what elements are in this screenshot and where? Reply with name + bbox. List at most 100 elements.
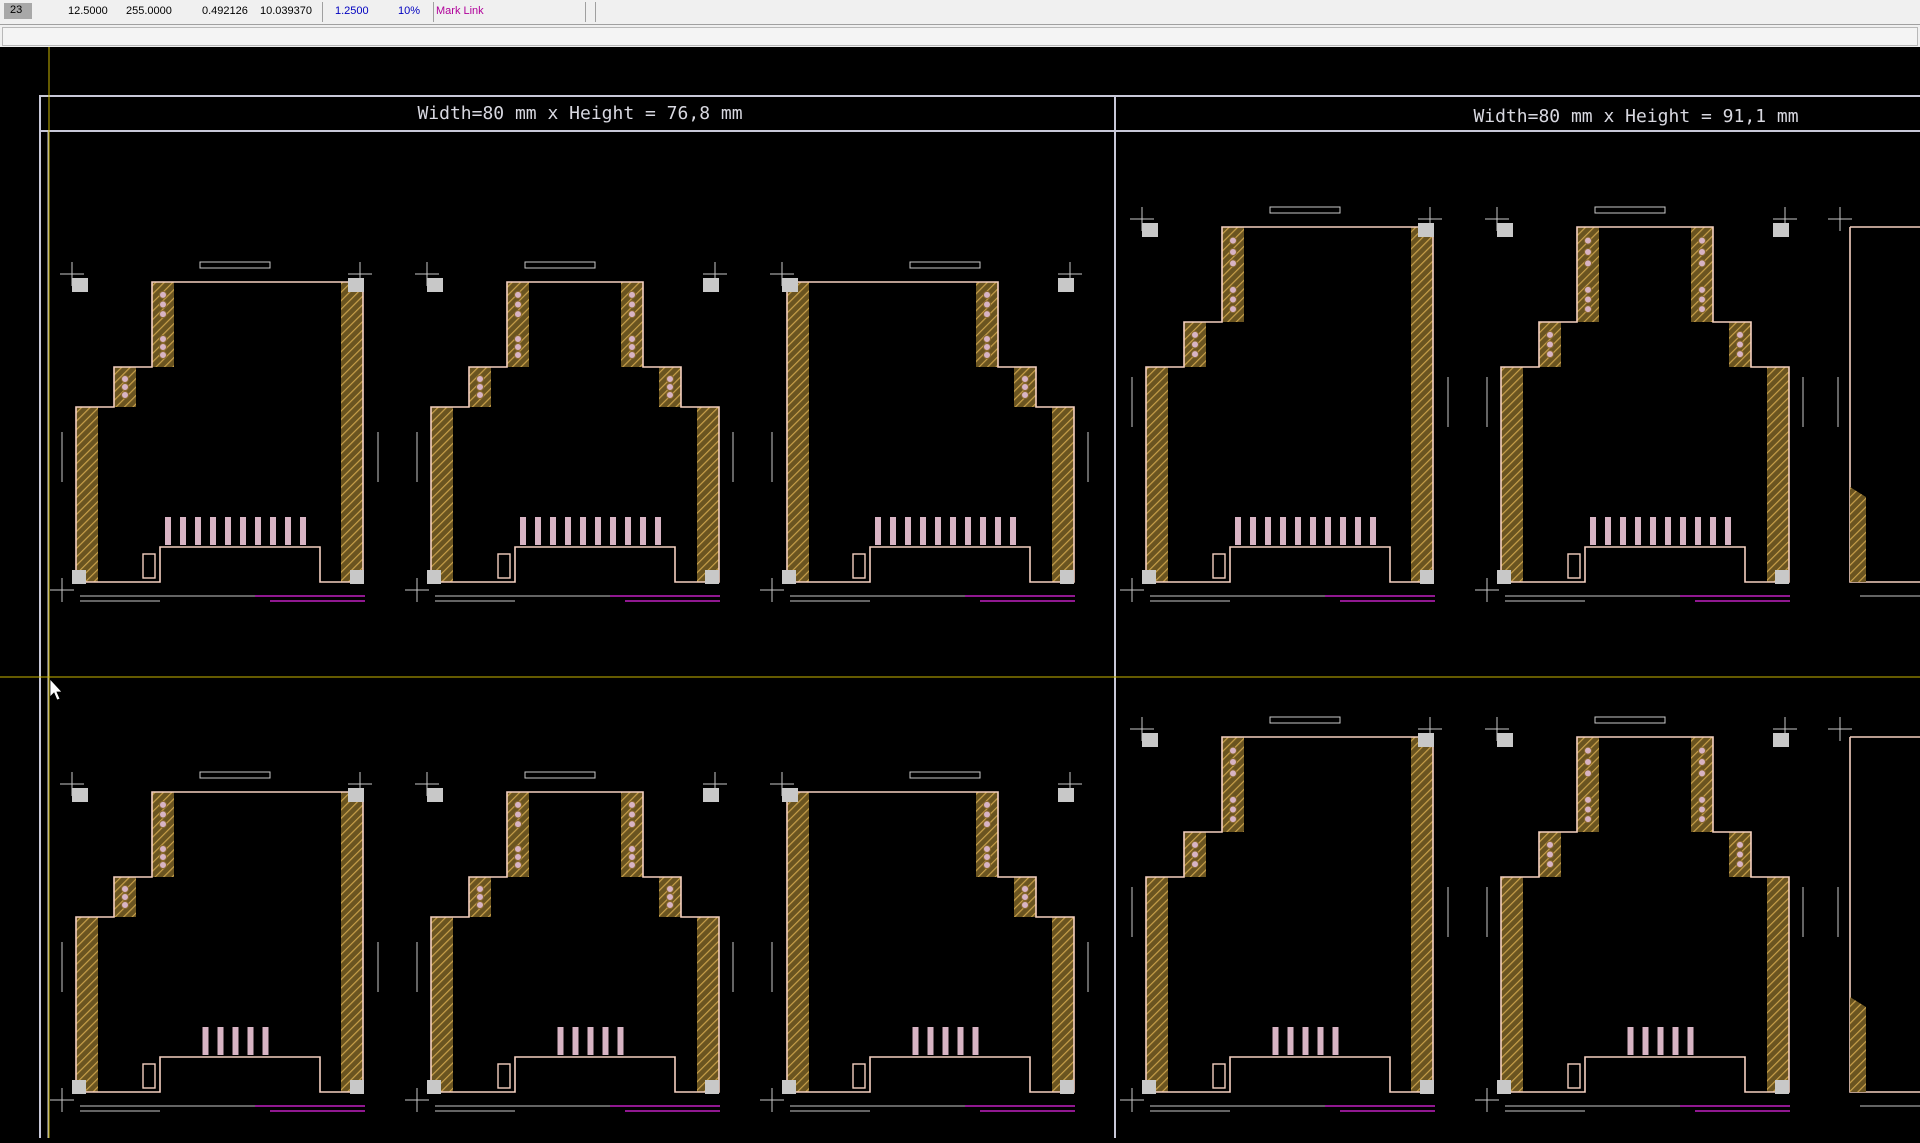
pad [628, 310, 636, 319]
boards-layer [50, 206, 1920, 1112]
mount-pad [852, 553, 866, 579]
corner-pad [72, 788, 88, 802]
connector-pin [1310, 517, 1316, 545]
connector-pin [1325, 517, 1331, 545]
pad [983, 820, 991, 829]
corner-pad [782, 570, 796, 584]
pad [666, 375, 674, 383]
corner-pad [427, 788, 443, 802]
connector-pin [247, 1027, 254, 1055]
pcb-canvas[interactable]: Width=80 mm x Height = 76,8 mm Width=80 … [0, 47, 1920, 1143]
connector-pin [942, 1027, 949, 1055]
pad [159, 845, 167, 853]
silkscreen-marker [524, 261, 596, 269]
connector-pin [285, 517, 291, 545]
mount-pad [1567, 1063, 1581, 1089]
connector-pin [1265, 517, 1271, 545]
connector-pin [1280, 517, 1286, 545]
mount-pad [852, 1063, 866, 1089]
pcb-board-partial [1828, 207, 1920, 597]
pad [514, 853, 522, 861]
corner-pad [703, 278, 719, 292]
pad [1736, 850, 1744, 859]
corner-pad [350, 1080, 364, 1094]
connector-pin [602, 1027, 609, 1055]
panel-frames [39, 95, 1920, 1143]
connector-pin [965, 517, 971, 545]
pad [1021, 383, 1029, 391]
corner-pad [1058, 788, 1074, 802]
pad [1229, 815, 1237, 824]
message-bar [0, 25, 1920, 48]
pad [628, 351, 636, 359]
board-outline [786, 281, 1075, 583]
mount-pad [497, 1063, 511, 1089]
separator [322, 2, 323, 22]
pad [983, 800, 991, 809]
pad [1698, 769, 1706, 778]
separator [585, 2, 586, 22]
grid-value[interactable]: 1.2500 [335, 4, 369, 18]
pad [1584, 769, 1592, 778]
connector-pin [920, 517, 926, 545]
connector-pin [875, 517, 881, 545]
pad [983, 853, 991, 861]
zoom-value[interactable]: 10% [398, 4, 420, 18]
copper-hatch-strip [1417, 487, 1433, 582]
connector-pin [1642, 1027, 1649, 1055]
pad [983, 310, 991, 319]
pad [514, 343, 522, 351]
pad [1191, 840, 1199, 849]
pad [1736, 860, 1744, 869]
pad [666, 885, 674, 893]
pcb-board [405, 261, 734, 602]
layer-index[interactable]: 23 [4, 3, 32, 19]
pad [1546, 330, 1554, 339]
silkscreen-marker [1594, 206, 1666, 214]
connector-pin [1657, 1027, 1664, 1055]
pad [1229, 795, 1237, 804]
pcb-drawing[interactable]: Width=80 mm x Height = 76,8 mm Width=80 … [0, 47, 1920, 1143]
connector-pin [1010, 517, 1016, 545]
pad [514, 861, 522, 869]
pad [1698, 248, 1706, 256]
pad [1584, 746, 1592, 755]
silkscreen-marker [524, 771, 596, 779]
status-bar: 23 12.5000 255.0000 0.492126 10.039370 1… [0, 0, 1920, 25]
pad [628, 300, 636, 309]
pad [1546, 840, 1554, 849]
pad [1229, 259, 1237, 268]
pcb-board [1120, 206, 1449, 602]
connector-pin [1355, 517, 1361, 545]
coordinate-x: 12.5000 [68, 5, 108, 17]
connector-pin [595, 517, 601, 545]
connector-pin [617, 1027, 624, 1055]
mount-pad [142, 553, 156, 579]
corner-pad [1420, 570, 1434, 584]
connector-pin [1295, 517, 1301, 545]
corner-pad [1418, 733, 1434, 747]
pad [1229, 295, 1237, 304]
pad [159, 820, 167, 829]
mount-pad [142, 1063, 156, 1089]
corner-pad [1497, 570, 1511, 584]
pad [476, 391, 484, 399]
mount-pad [1212, 553, 1226, 579]
connector-pin [1370, 517, 1376, 545]
pad [1546, 350, 1554, 359]
connector-pin [890, 517, 896, 545]
corner-pad [427, 278, 443, 292]
corner-pad [1060, 570, 1074, 584]
pad [1698, 236, 1706, 245]
pad [1191, 340, 1199, 349]
connector-pin [520, 517, 526, 545]
pad [1191, 350, 1199, 359]
connector-pin [580, 517, 586, 545]
pad [121, 391, 129, 399]
connector-pin [1590, 517, 1596, 545]
copper-hatch-strip [431, 997, 447, 1092]
connector-pin [1235, 517, 1241, 545]
coordinate-x-inch: 0.492126 [202, 5, 248, 17]
pad [628, 820, 636, 829]
board-outline [1500, 226, 1790, 583]
